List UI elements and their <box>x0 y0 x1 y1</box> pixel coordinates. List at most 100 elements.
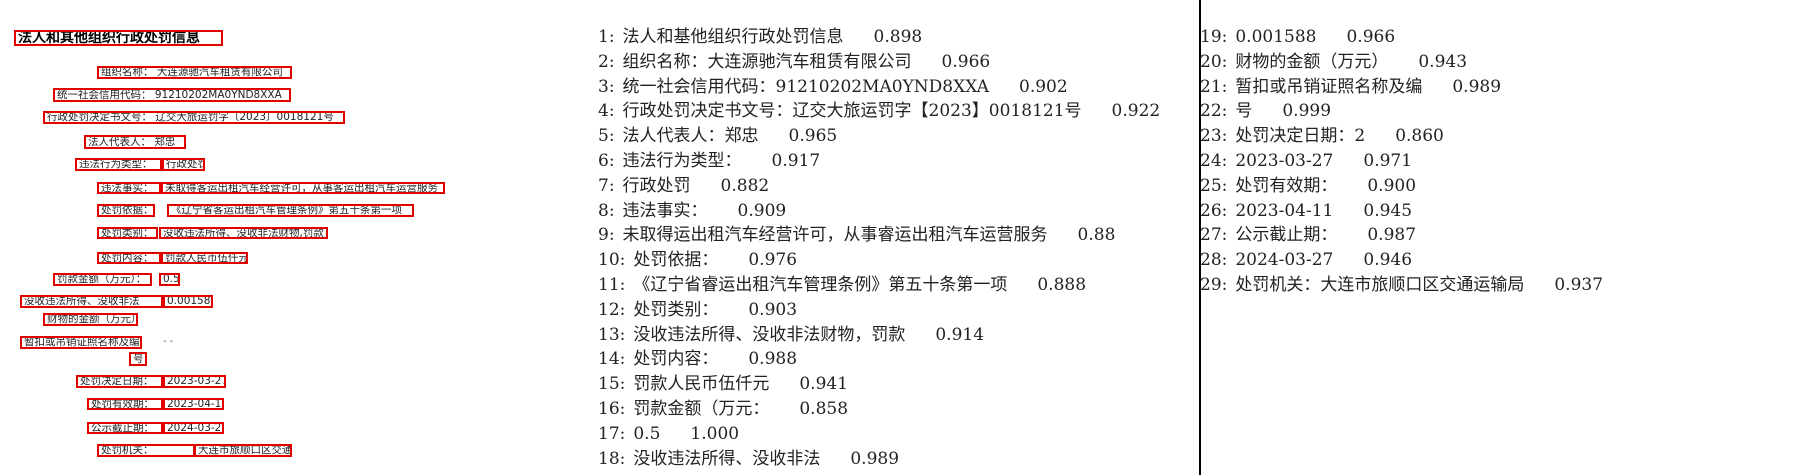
result-index: 17: <box>598 423 626 444</box>
ocr-result-row: 19: 0.001588 0.966 <box>1200 25 1790 50</box>
ocr-result-row: 4: 行政处罚决定书文号：辽交大旅运罚字【2023】0018121号 0.922 <box>598 99 1199 124</box>
result-score: 0.937 <box>1554 274 1604 295</box>
detection-box-license-label-2: 号 <box>129 352 147 366</box>
result-score: 0.900 <box>1367 175 1417 196</box>
ocr-result-row: 26: 2023-04-11 0.945 <box>1200 199 1790 224</box>
result-index: 3: <box>598 76 615 97</box>
ocr-results-column-1: 1: 法人和基他组织行政处罚信息 0.898 2: 组织名称：大连源驰汽车租赁有限公司 0… <box>598 25 1199 471</box>
result-text: 法人代表人：郑忠 <box>622 126 759 147</box>
ocr-result-row: 14: 处罚内容： 0.988 <box>598 347 1199 372</box>
ocr-result-row: 18: 没收违法所得、没收非法 0.989 <box>598 447 1199 472</box>
result-index: 12: <box>598 299 626 320</box>
result-text: 号 <box>1235 101 1253 122</box>
detection-box-publicity-value: 2024-03-27 <box>163 422 224 434</box>
result-text: 2023-04-11 <box>1235 200 1334 221</box>
result-text: 处罚内容： <box>633 349 719 370</box>
result-text: 组织名称：大连源驰汽车租赁有限公司 <box>622 51 912 72</box>
result-text: 没收违法所得、没收非法 <box>633 448 821 469</box>
result-text: 处罚决定日期：2 <box>1235 126 1366 147</box>
result-score: 0.989 <box>1452 76 1502 97</box>
ocr-result-row: 8: 违法事实： 0.909 <box>598 199 1199 224</box>
ocr-result-row: 16: 罚款金额（万元： 0.858 <box>598 397 1199 422</box>
result-text: 2024-03-27 <box>1235 250 1334 271</box>
detection-box-credit-code: 统一社会信用代码： 91210202MA0YND8XXA <box>53 88 291 102</box>
detection-box-decision-date-label: 处罚决定日期： <box>76 375 163 388</box>
result-index: 28: <box>1200 250 1228 271</box>
detection-box-category-value: 没收违法所得、没收非法财物,罚款 <box>159 227 328 239</box>
result-index: 27: <box>1200 225 1228 246</box>
detection-box-confiscate-value: 0.001588 <box>163 295 213 308</box>
license-value-text: - - <box>163 336 174 347</box>
result-text: 财物的金额（万元） <box>1235 51 1389 72</box>
result-score: 0.882 <box>720 175 770 196</box>
result-text: 处罚机关：大连市旅顺口区交通运输局 <box>1235 274 1525 295</box>
result-score: 0.965 <box>788 126 838 147</box>
ocr-result-row: 9: 未取得运出租汽车经营许可，从事睿运出租汽车运营服务 0.88 <box>598 223 1199 248</box>
result-text: 2023-03-27 <box>1235 150 1334 171</box>
ocr-result-row: 20: 财物的金额（万元） 0.943 <box>1200 50 1790 75</box>
ocr-result-row: 27: 公示截止期： 0.987 <box>1200 223 1790 248</box>
result-text: 行政处罚决定书文号：辽交大旅运罚字【2023】0018121号 <box>622 101 1082 122</box>
result-text: 处罚有效期： <box>1235 175 1338 196</box>
result-score: 0.903 <box>748 299 798 320</box>
ocr-result-row: 29: 处罚机关：大连市旅顺口区交通运输局 0.937 <box>1200 273 1790 298</box>
result-index: 15: <box>598 374 626 395</box>
detection-box-violation-type-value: 行政处罚 <box>162 158 205 171</box>
result-index: 2: <box>598 51 615 72</box>
result-text: 《辽宁省睿运出租汽车管理条例》第五十条第一项 <box>633 274 1008 295</box>
result-score: 0.999 <box>1282 101 1332 122</box>
ocr-result-row: 15: 罚款人民币伍仟元 0.941 <box>598 372 1199 397</box>
ocr-result-row: 21: 暂扣或吊销证照名称及编 0.989 <box>1200 75 1790 100</box>
result-score: 0.858 <box>799 398 849 419</box>
detection-box-authority-label: 处罚机关： <box>97 444 195 457</box>
detection-box-basis-label: 处罚依据： <box>97 204 155 217</box>
result-index: 4: <box>598 101 615 122</box>
detection-box-license-label: 暂扣或吊销证照名称及编 <box>20 336 142 349</box>
result-index: 6: <box>598 150 615 171</box>
result-text: 处罚依据： <box>633 250 719 271</box>
ocr-result-row: 11: 《辽宁省睿运出租汽车管理条例》第五十条第一项 0.888 <box>598 273 1199 298</box>
ocr-results-column-2: 19: 0.001588 0.966 20: 财物的金额（万元） 0.943 21: 暂扣或吊… <box>1200 25 1790 298</box>
detection-box-authority-value: 大连市旅顺口区交通运输局 <box>194 444 292 457</box>
result-text: 0.001588 <box>1235 27 1317 47</box>
result-text: 罚款金额（万元： <box>633 398 770 419</box>
result-text: 公示截止期： <box>1235 225 1338 246</box>
ocr-result-row: 3: 统一社会信用代码：91210202MA0YND8XXA 0.902 <box>598 75 1199 100</box>
ocr-result-row: 28: 2024-03-27 0.946 <box>1200 248 1790 273</box>
result-score: 0.987 <box>1367 225 1417 246</box>
detection-box-fine-label: 罚款金额（万元）： <box>53 273 152 286</box>
result-index: 29: <box>1200 274 1228 295</box>
annotated-document-image: 法人和其他组织行政处罚信息 组织名称： 大连源驰汽车租赁有限公司 统一社会信用代… <box>0 0 520 475</box>
result-text: 没收违法所得、没收非法财物，罚款 <box>633 324 906 345</box>
result-index: 26: <box>1200 200 1228 221</box>
result-text: 违法事实： <box>622 200 708 221</box>
result-index: 23: <box>1200 126 1228 147</box>
detection-box-confiscate-label: 没收违法所得、没收非法 <box>20 295 163 308</box>
result-index: 19: <box>1200 27 1228 47</box>
result-index: 8: <box>598 200 615 221</box>
result-index: 1: <box>598 27 615 47</box>
ocr-result-row: 5: 法人代表人：郑忠 0.965 <box>598 124 1199 149</box>
detection-box-confiscate-label-2: 财物的金额（万元） <box>43 313 138 326</box>
result-index: 9: <box>598 225 615 246</box>
detection-box-facts-value: 未取得客运出租汽车经营许可，从事客运出租汽车运营服务 <box>161 182 445 194</box>
result-index: 16: <box>598 398 626 419</box>
result-score: 0.909 <box>737 200 787 221</box>
result-index: 20: <box>1200 51 1228 72</box>
result-index: 7: <box>598 175 615 196</box>
ocr-result-row: 13: 没收违法所得、没收非法财物，罚款 0.914 <box>598 323 1199 348</box>
detection-box-valid-label: 处罚有效期： <box>87 398 163 410</box>
result-score: 0.888 <box>1037 274 1087 295</box>
detection-box-decision-no: 行政处罚决定书文号： 辽交大旅运罚字〔2023〕0018121号 <box>43 111 345 124</box>
detection-box-violation-type-label: 违法行为类型： <box>75 158 162 171</box>
result-score: 0.966 <box>1346 27 1396 47</box>
result-index: 5: <box>598 126 615 147</box>
ocr-result-row: 12: 处罚类别： 0.903 <box>598 298 1199 323</box>
result-score: 0.966 <box>941 51 991 72</box>
result-index: 11: <box>598 274 626 295</box>
result-score: 0.989 <box>850 448 900 469</box>
detection-box-fine-value: 0.5 <box>159 273 180 286</box>
ocr-result-row: 23: 处罚决定日期：2 0.860 <box>1200 124 1790 149</box>
result-score: 0.988 <box>748 349 798 370</box>
detection-box-category-label: 处罚类别： <box>97 227 158 239</box>
